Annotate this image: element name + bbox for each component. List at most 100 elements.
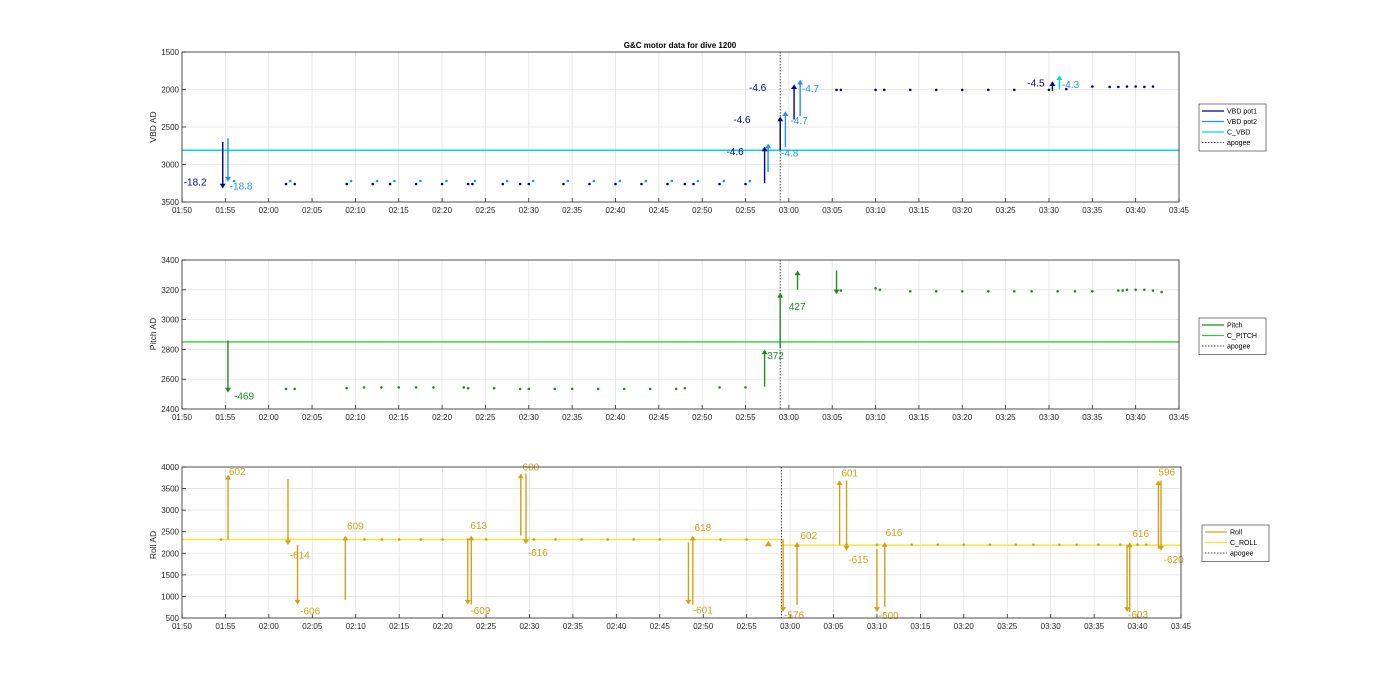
x-tick-label: 02:10 xyxy=(346,622,367,631)
data-point-pitch xyxy=(284,387,288,391)
x-tick-label: 03:25 xyxy=(996,206,1017,215)
x-tick-label: 02:50 xyxy=(693,622,714,631)
data-point-pitch xyxy=(1056,289,1059,293)
data-point-roll xyxy=(988,543,992,546)
value-annotation: -600 xyxy=(879,611,899,622)
data-point-vbd-pot1 xyxy=(718,182,721,186)
value-annotation: 602 xyxy=(801,531,818,542)
data-point-roll xyxy=(719,538,722,541)
data-point-vbd-pot1 xyxy=(744,182,747,186)
x-tick-label: 02:40 xyxy=(605,206,626,215)
x-tick-label: 02:55 xyxy=(737,622,758,631)
data-point-roll xyxy=(441,538,444,541)
value-annotation: -4.3 xyxy=(1062,80,1080,91)
data-point-pitch xyxy=(432,386,435,389)
data-point-vbd-pot2 xyxy=(393,179,396,183)
x-tick-label: 03:00 xyxy=(780,622,801,631)
x-tick-label: 03:20 xyxy=(952,206,973,215)
data-point-vbd-pot2 xyxy=(419,179,422,183)
value-annotation: -576 xyxy=(784,610,804,621)
x-tick-label: 02:30 xyxy=(519,206,540,215)
data-point-pitch xyxy=(1125,288,1129,292)
x-tick-label: 02:00 xyxy=(259,622,280,631)
data-point-pitch xyxy=(397,386,401,389)
data-point-roll xyxy=(936,543,940,546)
x-tick-label: 01:55 xyxy=(215,413,236,422)
x-tick-label: 02:05 xyxy=(302,206,323,215)
data-point-roll xyxy=(380,538,384,541)
y-tick-label: 3000 xyxy=(161,316,179,325)
x-tick-label: 03:35 xyxy=(1082,413,1103,422)
data-point-pitch xyxy=(986,289,990,293)
data-point-pitch xyxy=(960,289,964,293)
figure-title: G&C motor data for dive 1200 xyxy=(624,41,737,50)
value-annotation: -4.6 xyxy=(733,115,751,126)
x-tick-label: 03:10 xyxy=(866,413,887,422)
data-point-vbd-pot1 xyxy=(293,182,297,186)
data-point-vbd-pot1 xyxy=(934,88,938,92)
x-tick-label: 03:45 xyxy=(1169,413,1190,422)
data-point-vbd-pot1 xyxy=(414,182,418,186)
data-point-roll xyxy=(532,538,536,541)
x-tick-label: 02:15 xyxy=(389,206,410,215)
data-point-pitch xyxy=(648,387,652,391)
data-point-roll xyxy=(1097,543,1100,546)
data-point-pitch xyxy=(878,288,882,292)
value-annotation: 609 xyxy=(347,522,364,533)
data-point-roll xyxy=(363,538,366,541)
y-tick-label: 2000 xyxy=(161,86,179,95)
data-point-pitch xyxy=(744,386,747,389)
data-point-roll xyxy=(632,538,636,541)
value-annotation: 618 xyxy=(695,523,712,534)
x-tick-label: 02:50 xyxy=(692,413,713,422)
x-tick-label: 02:25 xyxy=(476,622,497,631)
x-tick-label: 03:05 xyxy=(822,413,843,422)
pitch-y-axis-label: Pitch AD xyxy=(148,318,158,351)
x-tick-label: 01:50 xyxy=(172,413,193,422)
data-point-roll xyxy=(397,538,401,541)
data-point-roll xyxy=(1144,543,1148,546)
data-point-roll xyxy=(658,538,662,541)
data-point-vbd-pot1 xyxy=(588,182,591,186)
value-annotation: -4.7 xyxy=(802,84,820,95)
data-point-vbd-pot2 xyxy=(670,179,674,183)
legend-label: apogee xyxy=(1230,551,1253,558)
x-tick-label: 03:20 xyxy=(954,622,975,631)
y-tick-label: 2500 xyxy=(161,528,179,537)
data-point-roll xyxy=(1058,543,1061,546)
x-tick-label: 02:55 xyxy=(736,413,757,422)
data-point-vbd-pot1 xyxy=(501,182,505,186)
value-annotation: 602 xyxy=(229,467,246,478)
data-point-pitch xyxy=(380,386,383,389)
data-point-vbd-pot2 xyxy=(566,179,570,183)
pitch-plot-area xyxy=(182,260,1179,409)
x-tick-label: 03:00 xyxy=(779,413,800,422)
data-point-pitch xyxy=(492,386,496,390)
y-tick-label: 1500 xyxy=(161,571,179,580)
data-point-vbd-pot1 xyxy=(440,182,444,186)
data-point-vbd-pot1 xyxy=(1151,85,1155,88)
x-tick-label: 02:50 xyxy=(692,206,713,215)
data-point-vbd-pot2 xyxy=(618,179,622,183)
y-tick-label: 1500 xyxy=(161,48,179,57)
data-point-vbd-pot1 xyxy=(1125,85,1129,88)
legend-label: Pitch xyxy=(1227,323,1243,330)
roll-y-axis-label: Roll AD xyxy=(148,531,158,559)
y-tick-label: 3000 xyxy=(161,506,179,515)
figure: G&C motor data for dive 1200 VBD AD 01:5… xyxy=(148,41,1270,631)
value-annotation: 616 xyxy=(886,528,903,539)
legend-label: apogee xyxy=(1227,344,1250,351)
x-tick-label: 02:05 xyxy=(302,622,323,631)
value-annotation: -4.6 xyxy=(749,83,767,94)
data-point-pitch xyxy=(839,289,843,292)
data-point-pitch xyxy=(570,387,574,391)
x-tick-label: 03:25 xyxy=(996,413,1017,422)
value-annotation: 372 xyxy=(767,351,784,362)
y-tick-label: 2500 xyxy=(161,123,179,132)
data-point-pitch xyxy=(622,387,626,391)
data-point-pitch xyxy=(934,289,938,293)
x-tick-label: 02:15 xyxy=(389,413,410,422)
x-tick-label: 02:30 xyxy=(519,413,540,422)
data-point-pitch xyxy=(345,386,349,390)
data-point-vbd-pot2 xyxy=(505,179,509,183)
